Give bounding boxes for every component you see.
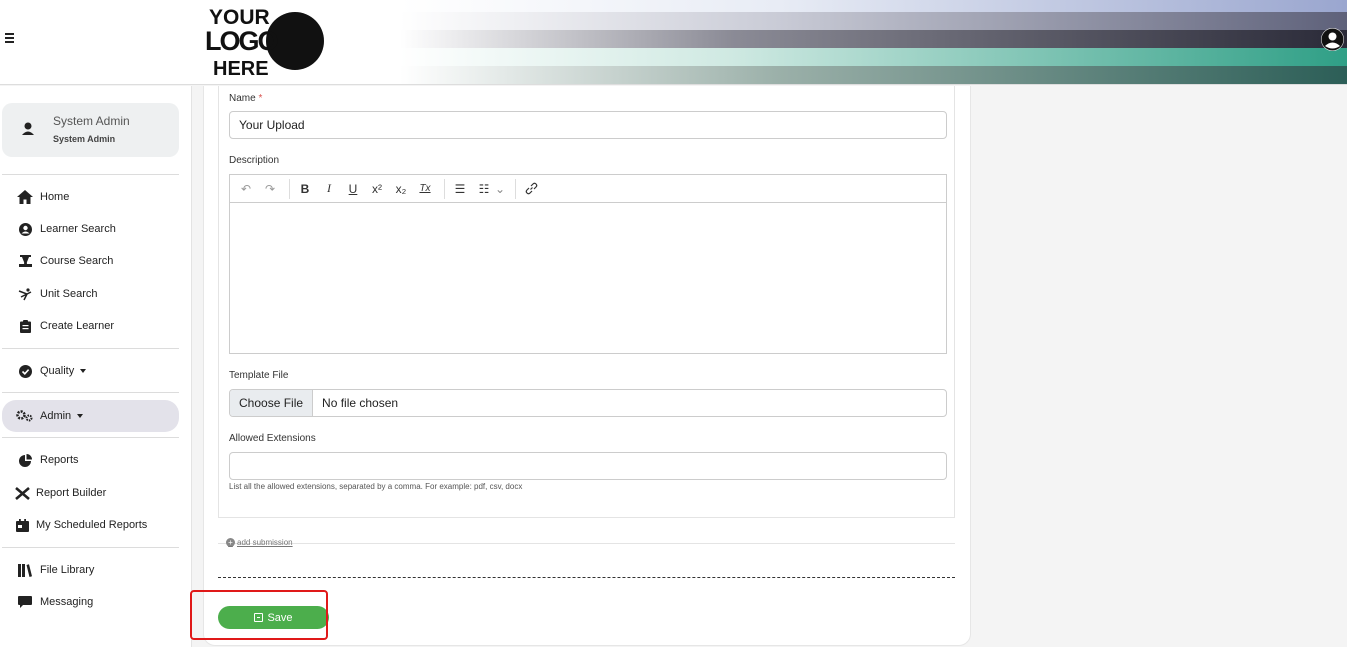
allowed-extensions-input[interactable] bbox=[229, 452, 947, 480]
sidebar-item-label: Report Builder bbox=[36, 487, 107, 499]
logo-line-2: LOGO bbox=[205, 26, 277, 56]
allowed-extensions-label: Allowed Extensions bbox=[229, 433, 316, 444]
template-file-label: Template File bbox=[229, 370, 289, 381]
sidebar-item-create-learner[interactable]: Create Learner bbox=[2, 310, 179, 342]
undo-icon[interactable]: ↶ bbox=[236, 179, 256, 199]
calendar-icon bbox=[13, 516, 31, 534]
sidebar-item-home[interactable]: Home bbox=[2, 181, 179, 213]
content-panel: Name * Your Upload Description ↶ ↷ B I U… bbox=[203, 86, 971, 646]
sidebar-item-label: Course Search bbox=[40, 255, 114, 267]
description-label: Description bbox=[229, 155, 280, 166]
header-banner bbox=[400, 0, 1347, 84]
sidebar-item-label: Reports bbox=[40, 454, 79, 466]
name-input[interactable]: Your Upload bbox=[229, 111, 947, 139]
unit-icon bbox=[16, 285, 34, 303]
sidebar-item-label: Messaging bbox=[40, 596, 94, 608]
name-label: Name * bbox=[229, 93, 263, 104]
section-divider bbox=[218, 543, 955, 544]
pie-chart-icon bbox=[16, 451, 34, 469]
bullet-list-icon[interactable]: ☰ bbox=[450, 179, 470, 199]
sidebar-item-label: My Scheduled Reports bbox=[36, 519, 148, 531]
save-icon bbox=[254, 613, 264, 622]
underline-icon[interactable]: U bbox=[343, 179, 363, 199]
save-button[interactable]: Save bbox=[218, 606, 329, 629]
home-icon bbox=[16, 188, 34, 206]
dashed-divider bbox=[218, 577, 955, 578]
sidebar-item-label: Admin bbox=[40, 410, 72, 422]
clear-format-icon[interactable]: Tx bbox=[415, 179, 435, 199]
sidebar-item-unit-search[interactable]: Unit Search bbox=[2, 278, 179, 310]
sidebar-divider bbox=[2, 348, 179, 349]
bold-icon[interactable]: B bbox=[295, 179, 315, 199]
italic-icon[interactable]: I bbox=[319, 179, 339, 199]
cogs-icon bbox=[16, 407, 34, 425]
redo-icon[interactable]: ↷ bbox=[260, 179, 280, 199]
user-circle-icon[interactable] bbox=[1321, 28, 1344, 51]
sidebar-item-learner-search[interactable]: Learner Search bbox=[2, 213, 179, 245]
sidebar-item-label: Home bbox=[40, 191, 70, 203]
required-mark: * bbox=[258, 93, 263, 104]
tools-icon bbox=[13, 484, 31, 502]
file-status: No file chosen bbox=[322, 396, 399, 410]
editor-toolbar: ↶ ↷ B I U x² x₂ Tx ☰ ☷ ⌄ bbox=[230, 175, 946, 203]
add-submission-link[interactable]: + add submission bbox=[226, 538, 293, 547]
sidebar-divider bbox=[2, 392, 179, 393]
toolbar-separator bbox=[444, 178, 445, 199]
sidebar-item-quality[interactable]: Quality bbox=[2, 355, 179, 387]
sidebar-item-report-builder[interactable]: Report Builder bbox=[2, 477, 179, 509]
sidebar-item-admin[interactable]: Admin bbox=[2, 400, 179, 432]
check-circle-icon bbox=[16, 362, 34, 380]
save-label: Save bbox=[267, 611, 293, 624]
link-icon[interactable] bbox=[521, 179, 541, 199]
user-circle-icon bbox=[16, 220, 34, 238]
sidebar-item-my-scheduled-reports[interactable]: My Scheduled Reports bbox=[2, 509, 179, 541]
hamburger-icon[interactable] bbox=[5, 31, 17, 45]
sidebar-divider bbox=[2, 547, 179, 548]
sidebar-item-file-library[interactable]: File Library bbox=[2, 554, 179, 586]
numbered-list-icon[interactable]: ☷ bbox=[474, 179, 494, 199]
library-icon bbox=[16, 561, 34, 579]
sidebar: System Admin System Admin Home Learner S… bbox=[0, 86, 192, 647]
sidebar-divider bbox=[2, 174, 179, 175]
user-icon bbox=[19, 120, 37, 138]
sidebar-item-label: File Library bbox=[40, 564, 95, 576]
superscript-icon[interactable]: x² bbox=[367, 179, 387, 199]
toolbar-separator bbox=[289, 178, 290, 199]
sidebar-item-label: Quality bbox=[40, 365, 75, 377]
caret-down-icon bbox=[80, 369, 87, 373]
sidebar-item-messaging[interactable]: Messaging bbox=[2, 586, 179, 618]
plus-circle-icon: + bbox=[226, 538, 235, 547]
clipboard-icon bbox=[16, 317, 34, 335]
subscript-icon[interactable]: x₂ bbox=[391, 179, 411, 199]
sidebar-item-label: Create Learner bbox=[40, 320, 114, 332]
comment-icon bbox=[16, 593, 34, 611]
profile-role: System Admin bbox=[53, 134, 116, 144]
logo: YOUR LOGO HERE bbox=[203, 4, 328, 80]
top-header: YOUR LOGO HERE bbox=[0, 0, 1347, 85]
allowed-extensions-hint: List all the allowed extensions, separat… bbox=[229, 482, 523, 491]
chevron-down-icon[interactable]: ⌄ bbox=[494, 179, 506, 199]
description-editor: ↶ ↷ B I U x² x₂ Tx ☰ ☷ ⌄ bbox=[229, 174, 947, 354]
course-icon bbox=[16, 252, 34, 270]
sidebar-item-reports[interactable]: Reports bbox=[2, 444, 179, 476]
template-file-input[interactable]: Choose File No file chosen bbox=[229, 389, 947, 417]
caret-down-icon bbox=[77, 414, 84, 418]
sidebar-item-course-search[interactable]: Course Search bbox=[2, 245, 179, 277]
add-submission-label: add submission bbox=[237, 538, 293, 547]
choose-file-button[interactable]: Choose File bbox=[230, 390, 314, 416]
logo-line-3: HERE bbox=[213, 58, 269, 78]
toolbar-separator bbox=[515, 178, 516, 199]
profile-name: System Admin bbox=[53, 114, 130, 128]
upload-form-fieldset: Name * Your Upload Description ↶ ↷ B I U… bbox=[218, 86, 955, 518]
sidebar-item-label: Unit Search bbox=[40, 288, 98, 300]
sidebar-divider bbox=[2, 437, 179, 438]
profile-card[interactable]: System Admin System Admin bbox=[2, 103, 179, 157]
sidebar-item-label: Learner Search bbox=[40, 223, 116, 235]
